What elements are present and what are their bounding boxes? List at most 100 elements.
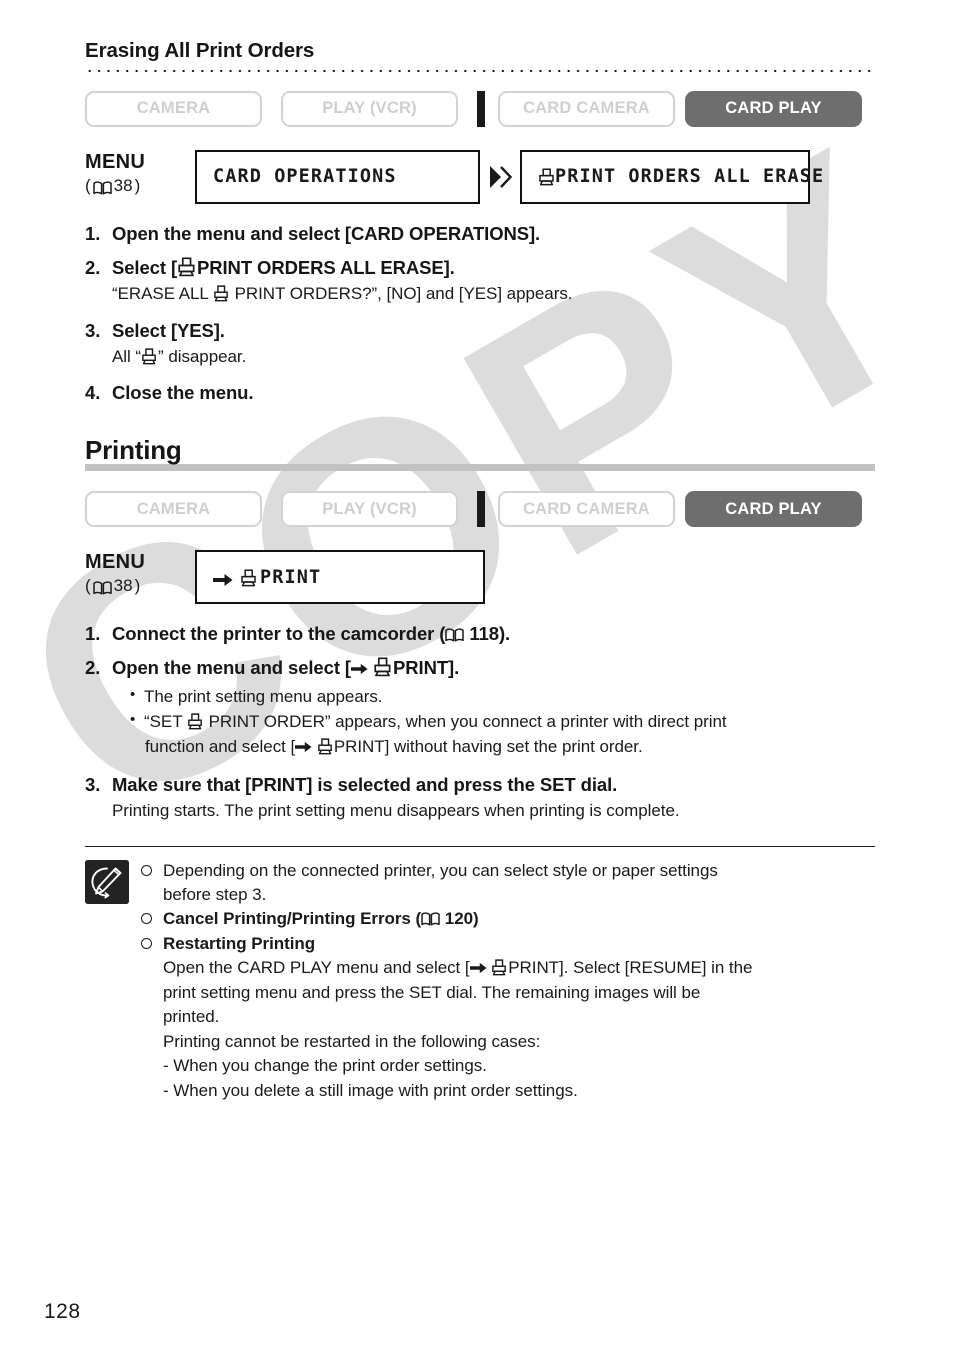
menu-box-card-operations-label: CARD OPERATIONS: [213, 166, 397, 188]
menu-boxes: PRINT: [195, 550, 485, 605]
arrow-right-icon: [350, 655, 368, 675]
printing-step-2-heading-part-b: PRINT].: [393, 656, 460, 678]
printing-step-2-heading-part-a: Open the menu and select [: [112, 656, 351, 678]
printing-step-3-body: Make sure that [PRINT] is selected and p…: [112, 771, 875, 824]
step-2-number: 2.: [85, 256, 101, 278]
menu-label-block: MENU ( 38): [85, 150, 195, 196]
mode-button-card-camera[interactable]: CARD CAMERA: [498, 90, 675, 127]
mode-button-camera-label: CAMERA: [136, 499, 211, 518]
menu-box-print[interactable]: PRINT: [195, 550, 485, 605]
note-restarting-line-1-part-b: PRINT]. Select [RESUME] in the: [508, 958, 753, 978]
printing-step-1-heading-part-b: ).: [498, 623, 511, 645]
menu-page-number: 38: [113, 576, 133, 596]
mode-button-play-vcr[interactable]: PLAY (VCR): [281, 491, 458, 528]
menu-page-reference: ( 38): [85, 175, 195, 196]
printing-step-1-body: Connect the printer to the camcorder ( 1…: [112, 620, 875, 648]
printing-step-1-heading-part-a: Connect the printer to the camcorder (: [112, 623, 446, 645]
step-3-number: 3.: [85, 319, 101, 341]
printing-heading-rule: [85, 464, 875, 472]
note-bullet-ring-icon: [141, 913, 152, 925]
menu-page-reference: ( 38): [85, 575, 195, 596]
step-2: 2. Select [ PRINT ORDERS ALL ERASE]. “ERA…: [85, 254, 875, 307]
mode-button-card-camera[interactable]: CARD CAMERA: [498, 491, 675, 528]
mode-button-card-play[interactable]: CARD PLAY: [685, 491, 862, 528]
mode-button-camera[interactable]: CAMERA: [85, 90, 262, 127]
printing-heading: Printing: [85, 435, 182, 466]
note-cancel-printing-page-ref: 120: [444, 909, 474, 929]
step-3-subtext: All “ ” disappear.: [112, 345, 875, 369]
printing-step-2-body: Open the menu and select [ PRINT]. The p…: [112, 654, 875, 761]
note-cancel-printing-errors-text-b: ): [473, 909, 479, 929]
mode-button-card-play-label: CARD PLAY: [725, 99, 822, 118]
note-restarting-line-3: printed.: [163, 1007, 220, 1027]
note-restarting-line-4: Printing cannot be restarted in the foll…: [163, 1031, 541, 1051]
step-3-subtext-part-a: All “: [112, 347, 142, 367]
step-2-subtext-part-a: “ERASE ALL: [112, 284, 209, 304]
arrow-right-icon: [469, 957, 487, 974]
note-bullet-ring-icon: [141, 864, 152, 876]
printer-icon: [187, 713, 204, 730]
menu-label: MENU: [85, 150, 146, 173]
step-2-heading-part-a: Select [: [112, 256, 178, 278]
paren-open: (: [85, 175, 91, 195]
printing-step-1-number: 1.: [85, 623, 101, 645]
step-1: 1. Open the menu and select [CARD OPERAT…: [85, 220, 875, 248]
note-restarting-line-1: Open the CARD PLAY menu and select [ PRI…: [141, 956, 875, 980]
step-3-subtext-part-b: ” disappear.: [158, 347, 247, 367]
menu-box-print-orders-all-erase[interactable]: PRINT ORDERS ALL ERASE: [520, 149, 823, 204]
note-style-paper-settings-line1: Depending on the connected printer, you …: [163, 860, 718, 880]
step-1-number: 1.: [85, 222, 101, 244]
page-number: 128: [44, 1300, 81, 1323]
menu-box-print-orders-all-erase-label: PRINT ORDERS ALL ERASE: [555, 166, 825, 188]
mode-button-card-play[interactable]: CARD PLAY: [685, 90, 862, 127]
arrow-right-icon: [295, 736, 312, 753]
bullet-set-print-order: “SET PRINT ORDER” appears, when you conn…: [130, 709, 875, 759]
book-icon: [445, 622, 465, 642]
step-3: 3. Select [YES]. All “ ” disappear.: [85, 317, 875, 370]
mode-button-play-vcr[interactable]: PLAY (VCR): [281, 90, 458, 127]
section-title: Erasing All Print Orders: [85, 39, 315, 62]
bullet-continuation-part-b: PRINT] without having set the print orde…: [333, 736, 643, 756]
printer-icon: [317, 738, 334, 755]
paren-open: (: [85, 576, 91, 596]
mode-button-play-vcr-label: PLAY (VCR): [322, 499, 417, 518]
printer-icon: [141, 348, 158, 365]
printing-step-2: 2. Open the menu and select [ PRINT]. Th…: [85, 654, 875, 761]
printer-icon: [213, 285, 230, 302]
bullet-print-setting-menu-text: The print setting menu appears.: [144, 686, 383, 706]
menu-label: MENU: [85, 551, 146, 574]
bullet-continuation-part-a: function and select [: [145, 736, 296, 756]
menu-row-print: MENU ( 38) PRINT: [85, 550, 875, 605]
step-4-body: Close the menu.: [112, 379, 875, 407]
mode-button-camera[interactable]: CAMERA: [85, 491, 262, 528]
notes-section: Depending on the connected printer, you …: [85, 845, 875, 1104]
step-2-heading: Select [ PRINT ORDERS ALL ERASE].: [112, 254, 875, 282]
book-icon: [421, 909, 440, 926]
double-arrow-icon: [488, 164, 512, 190]
printing-step-2-heading: Open the menu and select [ PRINT].: [112, 654, 875, 682]
menu-row-card-operations: MENU ( 38) CARD OPERATIONS PRINT ORDERS …: [85, 149, 875, 204]
step-2-heading-part-b: PRINT ORDERS ALL ERASE].: [197, 256, 455, 278]
book-icon: [92, 179, 112, 195]
note-restarting-printing: Restarting Printing: [141, 932, 875, 956]
menu-label-block: MENU ( 38): [85, 550, 195, 596]
page-content: Erasing All Print Orders CAMERA PLAY (VC…: [85, 39, 875, 1104]
menu-box-card-operations[interactable]: CARD OPERATIONS: [195, 149, 480, 204]
dotted-divider: [85, 68, 875, 73]
paren-close: ): [134, 175, 141, 195]
mode-button-card-camera-label: CARD CAMERA: [523, 99, 650, 118]
step-1-heading: Open the menu and select [CARD OPERATION…: [112, 222, 541, 244]
printing-step-1-page-ref: 118: [469, 623, 499, 645]
paren-close: ): [134, 576, 141, 596]
manual-page: Erasing All Print Orders CAMERA PLAY (VC…: [0, 0, 954, 1357]
step-2-subtext-part-b: PRINT ORDERS?”, [NO] and [YES] appears.: [234, 284, 573, 304]
printing-heading-block: Printing: [85, 435, 875, 472]
note-style-paper-settings: Depending on the connected printer, you …: [141, 859, 875, 908]
printer-icon: [538, 168, 555, 186]
note-restarting-line-2: print setting menu and press the SET dia…: [163, 982, 701, 1002]
printing-step-3-number: 3.: [85, 773, 101, 795]
note-cancel-printing-errors: Cancel Printing/Printing Errors ( 120): [141, 907, 875, 931]
step-4-heading: Close the menu.: [112, 382, 254, 404]
book-icon: [92, 579, 112, 595]
note-cancel-printing-errors-text-a: Cancel Printing/Printing Errors (: [163, 909, 422, 929]
